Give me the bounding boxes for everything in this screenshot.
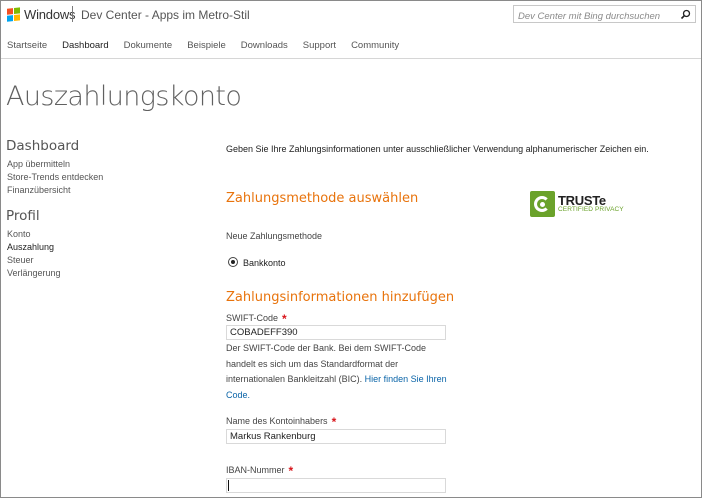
top-bar: Windows Dev Center - Apps im Metro-Stil xyxy=(1,1,701,29)
header-divider xyxy=(72,6,73,22)
text-cursor xyxy=(228,480,229,491)
sidebar-item-verlaengerung[interactable]: Verlängerung xyxy=(7,268,61,278)
nav-item-downloads[interactable]: Downloads xyxy=(241,40,288,51)
swift-label-text: SWIFT-Code xyxy=(226,313,279,323)
nav-item-support[interactable]: Support xyxy=(303,40,336,51)
search-box xyxy=(513,5,696,25)
search-icon[interactable] xyxy=(680,9,691,20)
nav-item-community[interactable]: Community xyxy=(351,40,399,51)
required-marker: * xyxy=(331,415,337,429)
nav-item-dokumente[interactable]: Dokumente xyxy=(124,40,173,51)
bank-account-radio[interactable] xyxy=(228,257,238,267)
sidebar-item-steuer[interactable]: Steuer xyxy=(7,255,34,265)
sidebar-item-konto[interactable]: Konto xyxy=(7,229,31,239)
sidebar-item-app-uebermitteln[interactable]: App übermitteln xyxy=(7,159,70,169)
payment-info-heading: Zahlungsinformationen hinzufügen xyxy=(226,290,455,305)
truste-seal-icon xyxy=(530,191,555,217)
truste-subtitle: CERTIFIED PRIVACY xyxy=(558,206,624,214)
bank-account-radio-label[interactable]: Bankkonto xyxy=(243,258,286,268)
sidebar-item-store-trends[interactable]: Store-Trends entdecken xyxy=(7,172,103,182)
brand-text: Windows xyxy=(24,7,76,22)
main-nav: Startseite Dashboard Dokumente Beispiele… xyxy=(7,40,414,51)
search-input[interactable] xyxy=(514,8,674,25)
payment-method-heading: Zahlungsmethode auswählen xyxy=(226,191,419,206)
truste-badge[interactable]: TRUSTe CERTIFIED PRIVACY xyxy=(530,191,624,217)
nav-item-beispiele[interactable]: Beispiele xyxy=(187,40,226,51)
nav-item-dashboard[interactable]: Dashboard xyxy=(62,40,108,51)
required-marker: * xyxy=(282,312,287,326)
windows-flag-icon xyxy=(7,7,21,22)
sidebar-heading-profil[interactable]: Profil xyxy=(6,208,40,224)
swift-label: SWIFT-Code * xyxy=(226,310,287,326)
page-title: Auszahlungskonto xyxy=(6,81,242,112)
sidebar-item-finanzuebersicht[interactable]: Finanzübersicht xyxy=(7,185,71,195)
account-holder-label: Name des Kontoinhabers * xyxy=(226,413,337,429)
site-title[interactable]: Dev Center - Apps im Metro-Stil xyxy=(81,8,250,22)
iban-label: IBAN-Nummer * xyxy=(226,462,294,478)
swift-code-field[interactable] xyxy=(226,325,446,340)
nav-divider xyxy=(1,58,701,59)
nav-item-startseite[interactable]: Startseite xyxy=(7,40,47,51)
account-holder-field[interactable] xyxy=(226,429,446,444)
windows-logo[interactable]: Windows xyxy=(7,7,76,22)
browser-page: Windows Dev Center - Apps im Metro-Stil … xyxy=(0,0,702,498)
sidebar-item-auszahlung[interactable]: Auszahlung xyxy=(7,242,54,252)
required-marker: * xyxy=(288,464,294,478)
sidebar-heading-dashboard[interactable]: Dashboard xyxy=(6,138,79,154)
iban-field[interactable] xyxy=(226,478,446,493)
swift-help-text: Der SWIFT-Code der Bank. Bei dem SWIFT-C… xyxy=(226,341,456,403)
new-method-label: Neue Zahlungsmethode xyxy=(226,231,323,241)
account-holder-label-text: Name des Kontoinhabers xyxy=(226,416,328,426)
iban-label-text: IBAN-Nummer xyxy=(226,465,285,475)
intro-text: Geben Sie Ihre Zahlungsinformationen unt… xyxy=(226,144,649,154)
